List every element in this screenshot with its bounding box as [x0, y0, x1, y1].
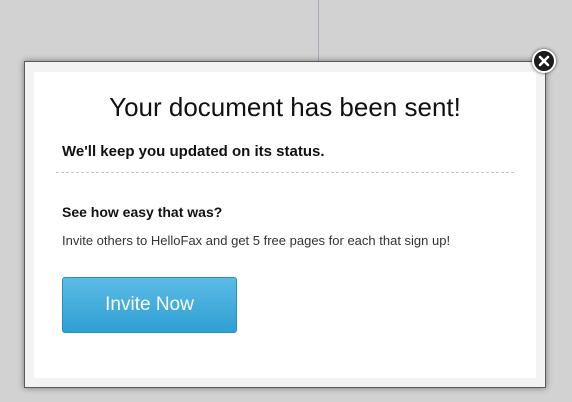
close-button[interactable] — [532, 49, 556, 73]
dialog-title: Your document has been sent! — [109, 92, 461, 122]
background-divider — [318, 0, 319, 62]
dashed-divider — [56, 172, 514, 173]
invite-description: Invite others to HelloFax and get 5 free… — [62, 233, 451, 248]
close-icon — [538, 55, 550, 67]
invite-heading: See how easy that was? — [62, 204, 223, 220]
dialog-subtitle: We'll keep you updated on its status. — [62, 143, 325, 160]
invite-now-button[interactable]: Invite Now — [62, 277, 237, 333]
